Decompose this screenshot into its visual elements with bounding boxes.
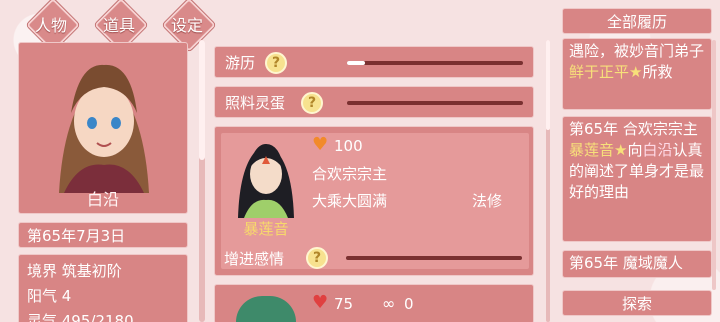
heart-icon: ♥ [312,292,329,313]
question-icon[interactable]: ? [301,92,323,114]
tab-settings[interactable]: 设定 [160,4,214,44]
current-date: 第65年7月3日 [18,222,188,248]
history-entry-1: 遇险，被妙音门弟子鲜于正平★所救 [562,38,712,110]
affection-heart-icon: ♥ [312,134,329,155]
tab-settings-label: 设定 [170,16,203,35]
tab-items-label: 道具 [102,16,135,35]
history-title: 全部履历 [562,8,712,34]
history-entry-1-pre: 遇险，被妙音门弟子 [569,42,705,60]
history-entry-1-name: 鲜于正平 [569,63,630,81]
affection-progress-bar [346,256,522,260]
action-care-egg-label: 照料灵蛋 [225,94,286,112]
action-travel[interactable]: 游历 ? [214,46,534,78]
bond-icon: ∞ [382,294,396,313]
history-entry-2-star: ★ [614,141,628,159]
middle-scroll-thumb[interactable] [199,40,205,160]
question-icon[interactable]: ? [306,247,328,269]
stat-yang: 阳气 4 [27,287,72,305]
character-portrait[interactable] [228,134,304,218]
history-entry-2-mid: 向 [627,141,643,159]
history-entry-2-pre: 第65年 合欢宗宗主 [569,120,698,138]
history-entry-3: 第65年 魔域魔人 [562,250,712,278]
travel-progress-fill [347,61,365,65]
travel-progress-bar [347,61,523,65]
action-travel-label: 游历 [225,54,256,72]
character-affection: 100 [334,137,363,155]
care-egg-progress-bar [347,101,523,105]
tab-character-label: 人物 [34,16,67,35]
history-entry-1-star: ★ [629,63,643,81]
outer-scrollbar[interactable] [712,40,716,290]
character-sect-title: 合欢宗宗主 [312,165,388,183]
question-icon[interactable]: ? [265,52,287,74]
character-2-bond: 0 [404,295,414,313]
history-scroll-thumb[interactable] [546,40,550,130]
character-realm: 大乘大圆满 [312,192,388,210]
stat-realm: 境界 筑基初阶 [27,262,122,280]
history-entry-2-name2: 白沿 [642,141,673,159]
player-stats: 境界 筑基初阶 阳气 4 灵气 495/2180 [18,254,188,322]
stat-spirit: 灵气 495/2180 [27,312,134,322]
character-name: 暴莲音 [243,220,289,238]
tab-items[interactable]: 道具 [92,4,146,44]
history-entry-1-post: 所救 [642,63,673,81]
history-entry-2: 第65年 合欢宗宗主暴莲音★向白沿认真的阐述了单身才是最好的理由 [562,116,712,242]
tab-character[interactable]: 人物 [24,4,78,44]
character-2-affection: 75 [334,295,354,313]
improve-affection-label: 增进感情 [224,250,285,268]
character-portrait-image [238,144,294,218]
player-name: 白沿 [86,190,119,209]
player-portrait [59,64,149,193]
explore-button[interactable]: 探索 [562,290,712,316]
action-care-egg[interactable]: 照料灵蛋 ? [214,86,534,118]
character-class: 法修 [472,192,503,210]
history-entry-2-name: 暴莲音 [569,141,615,159]
